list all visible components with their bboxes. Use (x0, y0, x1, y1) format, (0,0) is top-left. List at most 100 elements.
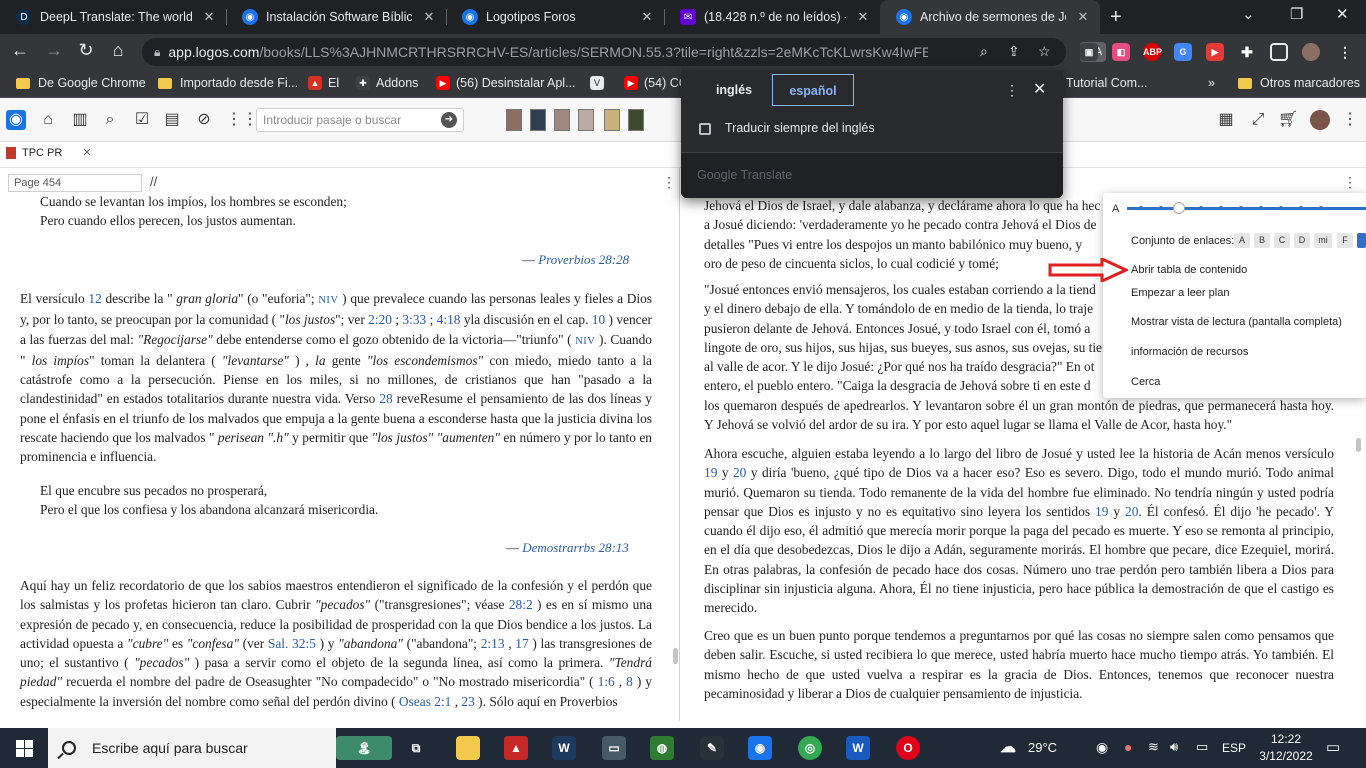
link-set-chip-active[interactable] (1357, 233, 1366, 248)
browser-tab-active[interactable]: ◉ Archivo de sermones de John ✕ (880, 0, 1100, 34)
security-icon[interactable]: ● (1124, 739, 1132, 755)
browser-tab[interactable]: ✉ (18.428 n.º de no leídos) - m ✕ (664, 0, 880, 34)
checklist-icon[interactable]: ☑ (132, 110, 152, 130)
more-menu-icon[interactable]: ⋮ (1336, 43, 1354, 61)
target-language-tab[interactable]: español (772, 74, 854, 106)
verse-link[interactable]: 19 (704, 465, 717, 480)
verse-link[interactable]: 17 (515, 636, 528, 651)
version-link[interactable]: NIV (318, 295, 338, 306)
notifications-icon[interactable]: ▭ (1326, 738, 1340, 756)
verse-link[interactable]: 23 (461, 694, 474, 709)
version-link[interactable]: NIV (575, 336, 595, 347)
windows-start-icon[interactable] (16, 740, 33, 757)
reader-app-icon[interactable]: ✎ (700, 736, 724, 760)
close-icon[interactable]: ✕ (1074, 9, 1092, 25)
bookmark[interactable]: V (590, 76, 610, 90)
extension-icon[interactable]: ◧ (1112, 43, 1130, 61)
always-translate-label[interactable]: Traducir siempre del inglés (725, 121, 875, 135)
google-translate-icon[interactable]: G (1174, 43, 1192, 61)
home-icon[interactable]: ⌂ (38, 110, 58, 130)
book-thumbnail[interactable] (530, 109, 546, 131)
verse-link[interactable]: 12 (88, 291, 101, 306)
bookmark-star-icon[interactable]: ☆ (1038, 43, 1051, 60)
document-icon[interactable]: ▤ (162, 110, 182, 130)
slider-knob[interactable] (1173, 202, 1185, 214)
computer-icon[interactable]: ▭ (602, 736, 626, 760)
verse-link[interactable]: 2:13 (481, 636, 505, 651)
home-icon[interactable]: ⌂ (106, 40, 130, 61)
side-panel-icon[interactable] (1270, 43, 1288, 61)
record-icon[interactable]: ◉ (1096, 739, 1108, 756)
verse-link[interactable]: 8 (626, 674, 633, 689)
restore-window-icon[interactable]: ❐ (1290, 5, 1303, 23)
extension-icon[interactable]: ▶ (1206, 43, 1224, 61)
bookmark-folder[interactable]: Importado desde Fi... (158, 76, 298, 90)
avatar[interactable] (1310, 110, 1330, 130)
verse-link[interactable]: 2:20 (368, 312, 392, 327)
bookmark[interactable]: ✚ Addons (356, 76, 418, 90)
puzzle-icon[interactable]: ✚ (1238, 43, 1256, 61)
verse-link[interactable]: 19 (1095, 504, 1108, 519)
book-thumbnail[interactable] (578, 109, 594, 131)
bookmark[interactable]: ▶ (54) CO (624, 76, 688, 90)
close-icon[interactable]: ✕ (200, 9, 218, 25)
more-menu-icon[interactable]: ⋮ (662, 174, 676, 191)
temperature[interactable]: 29°C (1028, 740, 1057, 755)
browser-tab[interactable]: D DeepL Translate: The world's ✕ (0, 0, 226, 34)
book-thumbnail[interactable] (604, 109, 620, 131)
panel-link-indicator[interactable]: // (150, 174, 157, 189)
taskbar-search[interactable]: Escribe aquí para buscar (48, 728, 336, 768)
chrome-icon[interactable]: ◎ (798, 736, 822, 760)
scrollbar-thumb[interactable] (673, 648, 678, 664)
input-language[interactable]: ESP (1222, 741, 1246, 755)
more-menu-icon[interactable]: ⋮ (1343, 174, 1357, 191)
more-menu-icon[interactable]: ⋮ (1005, 82, 1019, 99)
bookmark[interactable]: Tutorial Com... (1066, 76, 1148, 90)
volume-icon[interactable]: 🔊︎ (1170, 739, 1178, 755)
link-set-chip[interactable]: A (1234, 233, 1250, 248)
bookmark[interactable]: ▲ El (308, 76, 339, 90)
passage-search-input[interactable]: Introducir pasaje o buscar ➜ (256, 108, 464, 132)
weather-widget-icon[interactable]: 🏝︎ (336, 736, 392, 760)
verse-link[interactable]: 1:6 (598, 674, 615, 689)
layout-icon[interactable]: ▦ (1216, 110, 1236, 130)
bookmark-folder[interactable]: De Google Chrome (16, 76, 146, 90)
verse-link[interactable]: Oseas 2:1 (399, 694, 451, 709)
verse-link[interactable]: Sal. 32:5 (268, 636, 316, 651)
bookmark-folder[interactable]: Otros marcadores (1238, 76, 1360, 90)
library-icon[interactable]: ▥ (70, 110, 90, 130)
menu-item-reading-plan[interactable]: Empezar a leer plan (1131, 287, 1229, 299)
word-letter-icon[interactable]: W (552, 736, 576, 760)
guide-icon[interactable]: ⊘ (194, 110, 214, 130)
bookmark[interactable]: ▶ (56) Desinstalar Apl... (436, 76, 576, 90)
forward-icon[interactable]: → (42, 40, 66, 61)
close-icon[interactable]: ✕ (1033, 79, 1046, 99)
verse-link[interactable]: 28:2 (509, 597, 533, 612)
battery-icon[interactable]: ▭ (1196, 739, 1208, 755)
logos-icon[interactable]: ◉ (748, 736, 772, 760)
url-text[interactable]: app.logos.com/books/LLS%3AJHNMCRTHRSRRCH… (168, 44, 928, 60)
close-icon[interactable]: ✕ (854, 9, 872, 25)
verse-link[interactable]: 20 (733, 465, 746, 480)
verse-link[interactable]: 3:33 (402, 312, 426, 327)
menu-item-close[interactable]: Cerca (1131, 376, 1160, 388)
share-icon[interactable]: ⇪ (1008, 43, 1020, 60)
avatar[interactable] (1302, 43, 1320, 61)
link-set-chip[interactable]: D (1294, 233, 1310, 248)
book-thumbnail[interactable] (628, 109, 644, 131)
wifi-icon[interactable]: ≋ (1148, 739, 1159, 755)
flame-app-icon[interactable]: ▲ (504, 736, 528, 760)
chevron-down-icon[interactable]: ⌄ (1242, 5, 1255, 23)
menu-item-reading-view[interactable]: Mostrar vista de lectura (pantalla compl… (1131, 316, 1342, 328)
verse-link[interactable]: 4:18 (437, 312, 461, 327)
verse-link[interactable]: 28 (379, 391, 392, 406)
close-window-icon[interactable]: ✕ (1336, 5, 1349, 23)
task-view-icon[interactable]: ⧉ (404, 736, 428, 760)
word-icon[interactable]: W (846, 736, 870, 760)
more-bookmarks[interactable]: » (1208, 76, 1215, 90)
opera-icon[interactable]: O (896, 736, 920, 760)
file-explorer-icon[interactable] (456, 736, 480, 760)
menu-item-table-of-contents[interactable]: Abrir tabla de contenido (1131, 264, 1247, 276)
clock-time[interactable]: 12:22 (1266, 732, 1306, 746)
more-menu-icon[interactable]: ⋮ (1340, 110, 1360, 130)
